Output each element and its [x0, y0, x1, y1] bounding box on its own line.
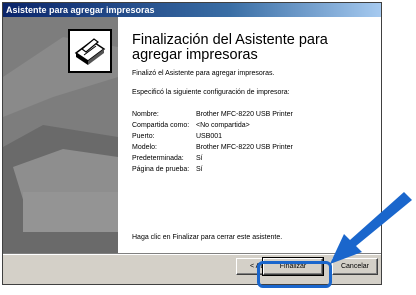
wizard-side-panel [3, 17, 118, 253]
config-intro-text: Especificó la siguiente configuración de… [132, 89, 290, 96]
button-separator [3, 253, 381, 255]
setting-label-compartida: Compartida como: [132, 122, 190, 129]
setting-label-puerto: Puerto: [132, 133, 155, 140]
finish-highlight-ring [257, 261, 332, 288]
setting-value-compartida: <No compartida> [196, 122, 250, 129]
setting-value-predeterminada: Sí [196, 155, 203, 162]
setting-value-modelo: Brother MFC-8220 USB Printer [196, 144, 293, 151]
setting-value-puerto: USB001 [196, 133, 223, 140]
arrow-pointer-icon [330, 192, 412, 264]
page-title: Finalización del Asistente para agregar … [132, 32, 328, 63]
printer-wizard-icon [68, 29, 112, 73]
setting-label-pagina-prueba: Página de prueba: [132, 166, 190, 173]
setting-value-nombre: Brother MFC-8220 USB Printer [196, 111, 293, 118]
setting-label-predeterminada: Predeterminada: [132, 155, 184, 162]
setting-value-pagina-prueba: Sí [196, 166, 203, 173]
setting-label-modelo: Modelo: [132, 144, 157, 151]
finish-note: Haga clic en Finalizar para cerrar este … [132, 234, 283, 241]
setting-label-nombre: Nombre: [132, 111, 159, 118]
wizard-window: Asistente para agregar impresoras Finali… [2, 2, 382, 285]
title-bar: Asistente para agregar impresoras [3, 3, 381, 17]
intro-text: Finalizó el Asistente para agregar impre… [132, 70, 275, 77]
